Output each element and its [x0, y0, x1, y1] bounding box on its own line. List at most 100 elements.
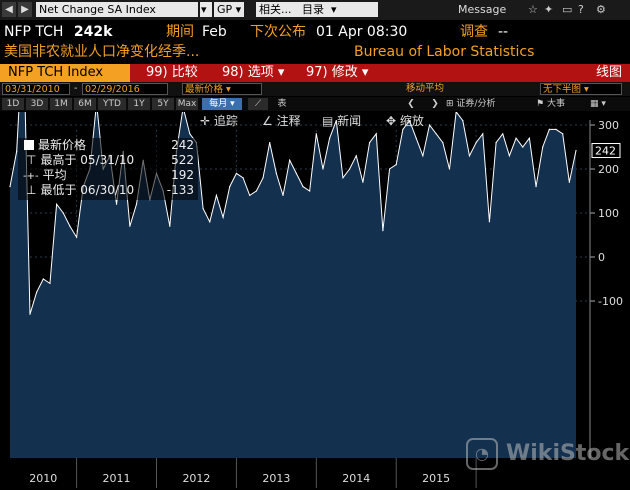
- range-1d[interactable]: 1D: [2, 98, 24, 110]
- data-point: [468, 155, 471, 157]
- range-3d[interactable]: 3D: [26, 98, 48, 110]
- data-point: [302, 186, 304, 188]
- moving-average-label[interactable]: 移动平均: [406, 83, 444, 95]
- range-1y[interactable]: 1Y: [128, 98, 150, 110]
- star-icon[interactable]: ☆: [528, 2, 538, 17]
- table-view-button[interactable]: 表: [272, 98, 292, 110]
- catalog-label: 目录: [302, 3, 324, 16]
- data-point: [382, 230, 384, 232]
- range-row: 1D 3D 1M 6M YTD 1Y 5Y Max 每月 ▾ ⟋ 表 ❮ ❯ ⊞…: [0, 97, 630, 111]
- average-marker-icon: -+-: [23, 171, 39, 182]
- end-date-field[interactable]: 02/29/2016: [82, 83, 168, 95]
- data-point: [535, 186, 537, 188]
- data-point: [488, 221, 491, 223]
- data-point: [169, 225, 171, 227]
- last-value-marker: 242: [591, 143, 621, 159]
- legend-last-value: 242: [171, 138, 194, 152]
- security-field[interactable]: Net Change SA Index: [36, 2, 198, 17]
- y-tick-label: 100: [598, 207, 619, 220]
- data-point: [355, 155, 357, 157]
- securities-analysis[interactable]: ⊞ 证券/分析: [446, 98, 506, 110]
- range-6m[interactable]: 6M: [74, 98, 96, 110]
- currency-dropdown[interactable]: GP ▾: [214, 2, 244, 17]
- compare-num: 99: [146, 65, 163, 80]
- chart-tools-icon[interactable]: ▦ ▾: [580, 98, 616, 110]
- period-value: Feb: [202, 24, 227, 40]
- related-catalog-dropdown[interactable]: 相关... 目录 ▾: [256, 2, 378, 17]
- monitor-icon[interactable]: ▭: [562, 2, 572, 17]
- survey-label: 调查: [460, 24, 488, 40]
- data-point: [282, 194, 284, 196]
- options-menu[interactable]: 98) 选项 ▾: [222, 64, 284, 82]
- settings-icon[interactable]: ⚙: [596, 2, 606, 17]
- y-tick-label: -100: [598, 295, 623, 308]
- data-point: [215, 194, 218, 196]
- data-point: [289, 159, 291, 161]
- message-button[interactable]: Message: [458, 2, 506, 17]
- options-num: 98: [222, 65, 239, 80]
- y-tick-label: 0: [598, 251, 605, 264]
- track-button[interactable]: ✛ 追踪: [200, 113, 238, 129]
- events-toggle[interactable]: ⚑ 大事: [536, 98, 576, 110]
- x-tick-label: 2014: [342, 472, 370, 485]
- forward-arrow-icon[interactable]: ▶: [18, 2, 32, 17]
- field-dropdown-icon[interactable]: ▾: [200, 2, 212, 17]
- data-point: [242, 177, 244, 179]
- data-point: [422, 155, 424, 157]
- annotate-button[interactable]: ∠ 注释: [262, 113, 301, 129]
- edit-menu[interactable]: 97) 修改 ▾: [306, 64, 368, 82]
- data-point: [502, 133, 504, 135]
- collapse-arrows-icon[interactable]: ❯: [428, 98, 442, 110]
- range-5y[interactable]: 5Y: [152, 98, 174, 110]
- data-point: [262, 177, 264, 179]
- data-point: [575, 149, 577, 152]
- news-button[interactable]: ▤ 新闻: [322, 113, 361, 129]
- data-point: [368, 142, 371, 144]
- range-ytd[interactable]: YTD: [98, 98, 126, 110]
- top-toolbar: ◀ ▶ Net Change SA Index ▾ GP ▾ 相关... 目录 …: [0, 0, 630, 20]
- data-point: [75, 236, 78, 238]
- zoom-button[interactable]: ✥ 缩放: [386, 113, 424, 129]
- watermark-text: WikiStock: [506, 441, 630, 466]
- data-point: [515, 137, 517, 139]
- compare-menu[interactable]: 99) 比较: [146, 64, 198, 82]
- index-name-field[interactable]: NFP TCH Index: [0, 64, 130, 82]
- legend-avg: -+- 平均 192: [18, 168, 198, 183]
- chart-type-label[interactable]: 线图: [596, 64, 622, 82]
- data-point: [235, 172, 237, 174]
- data-point: [462, 120, 464, 122]
- data-point: [309, 190, 311, 192]
- legend-last-label: 最新价格: [38, 138, 87, 152]
- data-point: [209, 221, 211, 223]
- data-point: [315, 133, 317, 135]
- lower-chart-dropdown[interactable]: 无下半图 ▾: [540, 83, 622, 95]
- low-marker-icon: ⊥: [26, 183, 37, 197]
- back-arrow-icon[interactable]: ◀: [2, 2, 16, 17]
- data-point: [395, 164, 397, 166]
- range-max[interactable]: Max: [176, 98, 198, 110]
- help-icon[interactable]: ?: [578, 2, 584, 17]
- survey-value: --: [498, 24, 509, 40]
- legend-low-label: 最低于: [40, 183, 77, 197]
- data-point: [349, 168, 351, 170]
- line-chart-icon[interactable]: ⟋: [248, 98, 268, 110]
- expand-arrows-icon[interactable]: ❮: [404, 98, 418, 110]
- data-point: [29, 313, 31, 315]
- lightning-icon[interactable]: ✦: [544, 2, 553, 17]
- edit-label: 修改: [331, 65, 358, 80]
- start-date-field[interactable]: 03/31/2010: [2, 83, 70, 95]
- data-point: [69, 225, 71, 227]
- price-type-dropdown[interactable]: 最新价格 ▾: [182, 83, 262, 95]
- data-point: [548, 128, 550, 130]
- frequency-dropdown[interactable]: 每月 ▾: [202, 98, 242, 110]
- x-tick-label: 2011: [103, 472, 131, 485]
- x-tick-label: 2010: [29, 472, 57, 485]
- data-source: Bureau of Labor Statistics: [354, 44, 535, 60]
- data-point: [475, 142, 477, 144]
- watermark-logo-icon: ◔: [466, 438, 498, 470]
- data-point: [129, 225, 131, 227]
- track-label: 追踪: [213, 114, 238, 128]
- data-point: [555, 128, 557, 130]
- data-point: [62, 212, 64, 214]
- range-1m[interactable]: 1M: [50, 98, 72, 110]
